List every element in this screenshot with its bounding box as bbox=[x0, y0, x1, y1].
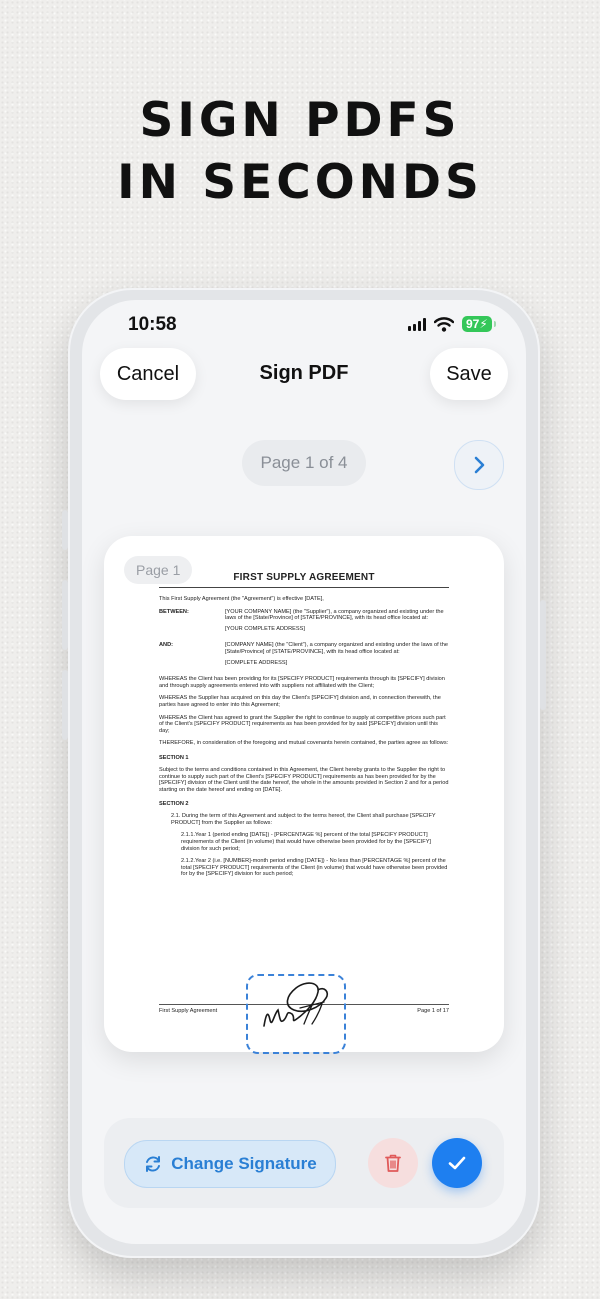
signature-toolbar: Change Signature bbox=[104, 1118, 504, 1208]
next-page-button[interactable] bbox=[454, 440, 504, 490]
document-body: FIRST SUPPLY AGREEMENT This First Supply… bbox=[159, 572, 449, 884]
signature-placement-box[interactable] bbox=[246, 974, 346, 1054]
signal-icon bbox=[408, 317, 426, 331]
signature-drawing bbox=[263, 982, 329, 1027]
refresh-icon bbox=[146, 1156, 161, 1172]
whereas-2: WHEREAS the Supplier has acquired on thi… bbox=[159, 695, 441, 708]
change-signature-label: Change Signature bbox=[171, 1154, 317, 1173]
between-label: BETWEEN: bbox=[159, 608, 189, 615]
delete-signature-button[interactable] bbox=[368, 1138, 418, 1188]
and-block: AND: [COMPANY NAME] (the "Client"), a co… bbox=[159, 642, 449, 670]
battery-level: 97 bbox=[466, 317, 480, 331]
checkmark-icon bbox=[448, 1156, 466, 1170]
headline-line-2: IN SECONDS bbox=[117, 155, 483, 210]
document-page[interactable]: Page 1 FIRST SUPPLY AGREEMENT This First… bbox=[104, 536, 504, 1054]
phone-screen: 10:58 97⚡ Cancel Sign PDF Save Page 1 of… bbox=[82, 300, 526, 1244]
headline-line-1: SIGN PDFS bbox=[139, 93, 461, 148]
status-icons: 97⚡ bbox=[408, 316, 496, 332]
between-block: BETWEEN: [YOUR COMPANY NAME] (the "Suppl… bbox=[159, 609, 449, 637]
wifi-icon bbox=[434, 316, 454, 332]
phone-side-button-left-2 bbox=[62, 580, 68, 650]
phone-side-button-right bbox=[540, 600, 546, 710]
clause-2-1: 2.1. During the term of this Agreement a… bbox=[171, 813, 436, 826]
confirm-button[interactable] bbox=[432, 1138, 482, 1188]
therefore-paragraph: THEREFORE, in consideration of the foreg… bbox=[159, 740, 449, 747]
and-label: AND: bbox=[159, 642, 173, 649]
clause-2-1-1: 2.1.1.Year 1 (period ending [DATE]) - [P… bbox=[181, 832, 431, 852]
and-text: [COMPANY NAME] (the "Client"), a company… bbox=[225, 642, 448, 655]
battery-icon: 97⚡ bbox=[462, 316, 496, 332]
document-title: FIRST SUPPLY AGREEMENT bbox=[159, 572, 449, 588]
section-1-text: Subject to the terms and conditions cont… bbox=[159, 766, 449, 793]
status-time: 10:58 bbox=[128, 314, 177, 335]
document-intro: This First Supply Agreement (the "Agreem… bbox=[159, 596, 324, 602]
between-text: [YOUR COMPANY NAME] (the "Supplier"), a … bbox=[225, 608, 444, 622]
footer-right: Page 1 of 17 bbox=[417, 1008, 449, 1014]
clause-2-1-2: 2.1.2.Year 2 (i.e. [NUMBER]-month period… bbox=[181, 858, 448, 878]
phone-side-button-left-3 bbox=[62, 670, 68, 740]
chevron-right-icon bbox=[474, 456, 485, 474]
whereas-3: WHEREAS the Client has agreed to grant t… bbox=[159, 714, 446, 734]
footer-left: First Supply Agreement bbox=[159, 1008, 218, 1014]
change-signature-button[interactable]: Change Signature bbox=[124, 1140, 336, 1188]
page-indicator: Page 1 of 4 bbox=[242, 440, 366, 486]
between-address: [YOUR COMPLETE ADDRESS] bbox=[225, 625, 305, 632]
phone-side-button-left-1 bbox=[62, 510, 68, 550]
save-button[interactable]: Save bbox=[430, 348, 508, 400]
trash-icon bbox=[385, 1154, 401, 1172]
and-address: [COMPLETE ADDRESS] bbox=[225, 659, 288, 666]
section-1-heading: SECTION 1 bbox=[159, 754, 189, 761]
section-2-heading: SECTION 2 bbox=[159, 801, 189, 808]
whereas-1: WHEREAS the Client has been providing fo… bbox=[159, 676, 445, 689]
